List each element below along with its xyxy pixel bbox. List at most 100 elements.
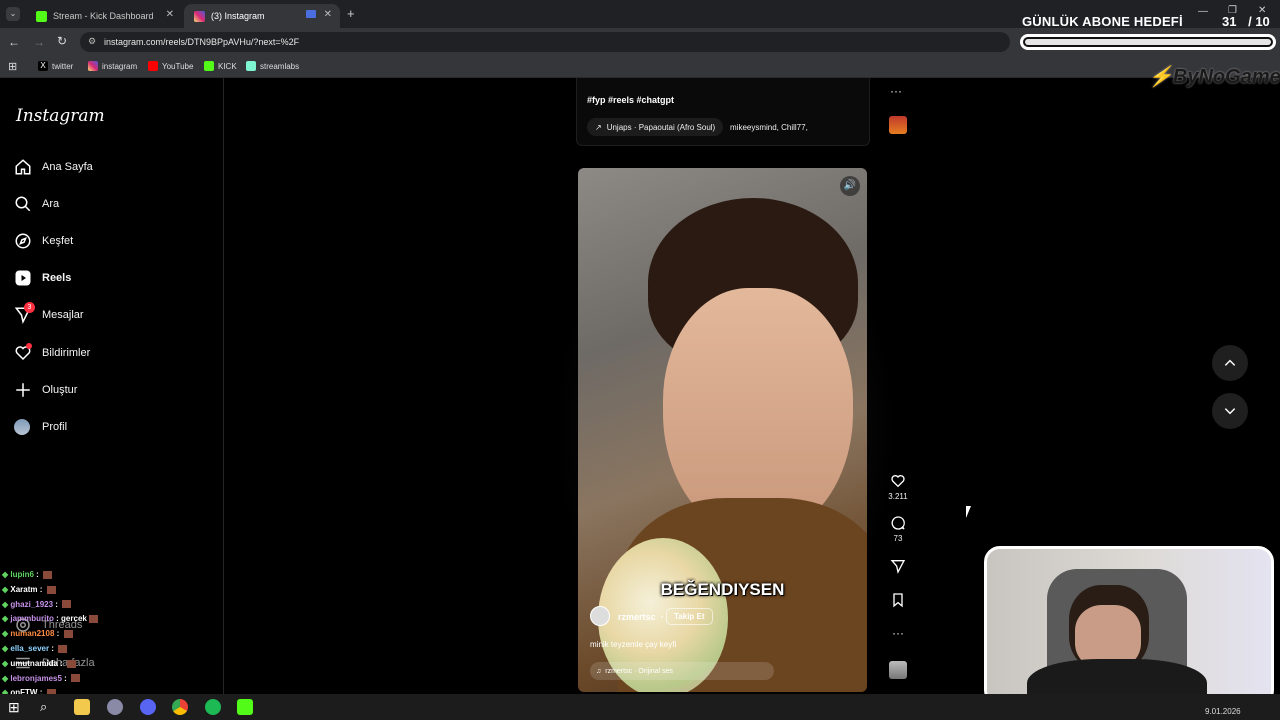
heart-icon bbox=[891, 475, 905, 488]
sidebar-item-create[interactable]: Oluştur bbox=[14, 381, 77, 399]
sidebar-item-label: Keşfet bbox=[42, 235, 74, 247]
file-explorer-icon[interactable] bbox=[74, 699, 90, 715]
screen-share-icon bbox=[306, 10, 316, 18]
bookmark-label: YouTube bbox=[162, 61, 194, 71]
tab-kick-dashboard[interactable]: Stream - Kick Dashboard ✕ bbox=[26, 4, 182, 28]
instagram-logo[interactable]: Instagram bbox=[16, 106, 105, 126]
like-button[interactable]: 3.211 bbox=[885, 473, 911, 501]
follow-button[interactable]: Takip Et bbox=[666, 608, 713, 625]
messages-badge: 3 bbox=[24, 302, 35, 313]
previous-reel-info: #fyp #reels #chatgpt ↗ Unjaps · Papaouta… bbox=[576, 78, 870, 146]
reel-overlay-text: BEĞENDIYSEN bbox=[660, 580, 785, 599]
reel-audio-thumbnail[interactable] bbox=[889, 661, 907, 679]
audio-thumbnail[interactable] bbox=[889, 116, 907, 134]
tab-instagram[interactable]: (3) Instagram ✕ bbox=[184, 4, 340, 28]
chat-text: : bbox=[54, 629, 62, 639]
compass-icon bbox=[15, 233, 31, 249]
chat-message: ◆ Xaratm : bbox=[2, 585, 56, 594]
bookmark-streamlabs[interactable]: streamlabs bbox=[246, 61, 299, 71]
chat-message: ◆ jammburito : gercek bbox=[2, 614, 98, 623]
taskbar-date: 9.01.2026 bbox=[1205, 707, 1241, 716]
save-button[interactable] bbox=[885, 592, 911, 611]
address-bar[interactable]: ⚙ instagram.com/reels/DTN9BPpAVHu/?next=… bbox=[80, 32, 1010, 52]
chat-text: : bbox=[61, 673, 70, 683]
next-reel-button[interactable] bbox=[1212, 393, 1248, 429]
chat-username: ghazi_1923 bbox=[10, 599, 54, 609]
minimize-icon[interactable]: — bbox=[1198, 6, 1208, 17]
bynogame-logo: ⚡ByNoGame bbox=[1148, 64, 1280, 89]
sidebar-item-label: Reels bbox=[42, 272, 72, 284]
new-tab-button[interactable]: + bbox=[347, 6, 355, 21]
sidebar-item-explore[interactable]: Keşfet bbox=[14, 232, 73, 250]
chat-text: : bbox=[49, 644, 57, 653]
chevron-up-icon bbox=[1224, 359, 1236, 366]
bookmark-instagram[interactable]: instagram bbox=[88, 61, 137, 71]
sidebar-item-notifications[interactable]: Bildirimler bbox=[14, 343, 90, 362]
reload-icon[interactable]: ↻ bbox=[57, 34, 67, 48]
sidebar-item-profile[interactable]: Profil bbox=[14, 419, 67, 435]
chat-username: ella_sever bbox=[10, 644, 50, 653]
close-icon[interactable]: ✕ bbox=[166, 9, 174, 20]
chat-username: lebronjames5 bbox=[10, 673, 62, 683]
sound-icon[interactable]: 🔊 bbox=[840, 176, 860, 196]
chat-text: : gercek bbox=[53, 614, 87, 624]
apps-icon[interactable]: ⊞ bbox=[8, 60, 17, 73]
comment-count: 73 bbox=[893, 534, 903, 543]
username: rzmertsc bbox=[618, 612, 656, 622]
tab-label: Stream - Kick Dashboard bbox=[53, 11, 154, 21]
chevron-down-icon bbox=[1224, 408, 1236, 415]
forward-icon[interactable]: → bbox=[33, 35, 45, 49]
audio-label: Unjaps · Papaoutai (Afro Soul) bbox=[606, 122, 716, 132]
back-icon[interactable]: ← bbox=[8, 35, 20, 49]
reel-video[interactable]: 🔊 BEĞENDIYSEN rzmertsc · Takip Et minik … bbox=[578, 168, 867, 692]
audio-label: rzmertsc · Orijinal ses bbox=[605, 667, 673, 675]
chat-emote-icon bbox=[58, 644, 68, 653]
previous-reel-button[interactable] bbox=[1212, 345, 1248, 381]
sidebar-item-home[interactable]: Ana Sayfa bbox=[14, 158, 93, 176]
chat-message: ◆ ella_sever : bbox=[2, 644, 68, 653]
previous-more-icon[interactable]: ··· bbox=[890, 84, 902, 98]
youtube-icon bbox=[148, 61, 158, 71]
reel-author-avatar[interactable] bbox=[590, 606, 610, 626]
bookmark-kick[interactable]: KICK bbox=[204, 61, 237, 71]
app-icon[interactable] bbox=[107, 699, 123, 715]
previous-reel-caption[interactable]: #fyp #reels #chatgpt bbox=[587, 95, 674, 105]
reel-caption[interactable]: minik teyzemle çay keyfi bbox=[590, 640, 676, 649]
close-icon[interactable]: ✕ bbox=[324, 9, 332, 20]
chat-text: : bbox=[53, 599, 61, 609]
site-info-icon[interactable]: ⚙ bbox=[88, 36, 96, 47]
comment-button[interactable]: 73 bbox=[885, 515, 911, 543]
spotify-icon[interactable] bbox=[205, 699, 221, 715]
comment-icon bbox=[891, 516, 905, 530]
kick-icon bbox=[204, 61, 214, 71]
sidebar-item-label: Mesajlar bbox=[42, 309, 84, 321]
like-count: 3.211 bbox=[888, 492, 908, 501]
sidebar-item-label: Oluştur bbox=[42, 384, 78, 396]
bookmark-youtube[interactable]: YouTube bbox=[148, 61, 193, 71]
sidebar-item-messages[interactable]: 3 Mesajlar bbox=[14, 302, 84, 324]
messenger-icon-wrap: 3 bbox=[14, 302, 35, 324]
chat-emote-icon bbox=[63, 630, 73, 639]
previous-reel-audio[interactable]: ↗ Unjaps · Papaoutai (Afro Soul) bbox=[587, 118, 724, 136]
chat-message: ◆ umutnamida : bbox=[2, 659, 77, 668]
more-options-icon[interactable]: ··· bbox=[885, 626, 911, 640]
search-icon[interactable]: ⌕ bbox=[40, 699, 47, 715]
chat-text: : bbox=[33, 570, 42, 579]
share-button[interactable] bbox=[885, 558, 911, 577]
search-icon bbox=[15, 196, 31, 212]
windows-icon[interactable]: ⊞ bbox=[8, 699, 20, 716]
sidebar-item-search[interactable]: Ara bbox=[14, 195, 59, 213]
reel-author-name[interactable]: rzmertsc · bbox=[618, 612, 664, 622]
bookmark-label: streamlabs bbox=[260, 61, 300, 71]
sidebar-item-reels[interactable]: Reels bbox=[14, 269, 71, 287]
url-text[interactable]: instagram.com/reels/DTN9BPpAVHu/?next=%2… bbox=[104, 37, 299, 47]
chrome-icon[interactable] bbox=[172, 699, 188, 715]
bookmark-label: KICK bbox=[218, 61, 237, 71]
streamlabs-icon[interactable] bbox=[237, 699, 253, 715]
bookmark-twitter[interactable]: X twitter bbox=[38, 61, 73, 71]
tab-search-button[interactable]: ⌄ bbox=[6, 7, 20, 21]
avatar-icon bbox=[14, 419, 30, 435]
reel-audio-chip[interactable]: ♫ rzmertsc · Orijinal ses bbox=[590, 662, 774, 680]
discord-icon[interactable] bbox=[140, 699, 156, 715]
previous-reel-users[interactable]: mikeeysmind, Chill77, bbox=[730, 123, 808, 132]
